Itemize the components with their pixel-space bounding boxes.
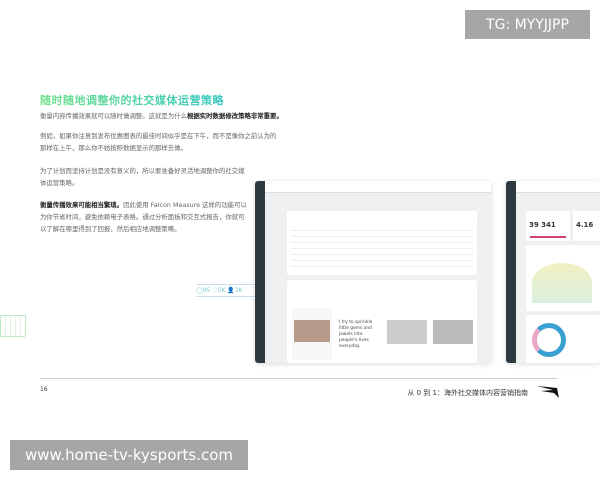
p4-bold: 衡量传播效果可能相当繁琐。 bbox=[40, 201, 124, 209]
area-chart-card bbox=[526, 245, 600, 311]
dashboard-screenshot-1: I try to sprinkle little gems and jewels… bbox=[255, 181, 491, 363]
metric-card: 39 341 bbox=[526, 211, 570, 241]
dashboard-header bbox=[516, 181, 600, 193]
sidebar bbox=[255, 181, 265, 363]
dashboard-header bbox=[265, 181, 491, 193]
metric-value-2: 4.16 bbox=[576, 221, 594, 229]
metric-card: 4.16 bbox=[573, 211, 600, 241]
post-quote: I try to sprinkle little gems and jewels… bbox=[339, 320, 373, 349]
table-card bbox=[287, 211, 477, 275]
donut-chart-card bbox=[526, 315, 600, 363]
page-number: 16 bbox=[40, 386, 48, 393]
sidebar bbox=[506, 181, 516, 363]
p1-bold: 根据实时数据修改策略非常重要。 bbox=[186, 112, 283, 120]
url-watermark: www.home-tv-kysports.com bbox=[10, 440, 248, 470]
follower-count: 1K bbox=[234, 287, 243, 294]
posts-card: I try to sprinkle little gems and jewels… bbox=[287, 280, 477, 363]
calendar-icon bbox=[0, 315, 26, 337]
section-title: 随时随地调整你的社交媒体运营策略 bbox=[40, 94, 224, 107]
like-count: 5K bbox=[217, 287, 226, 294]
social-stats: ◯95 ♡5K 👤1K bbox=[196, 284, 256, 297]
paragraph-1: 衡量内容传播效果就可以随时做调整。这就是为什么根据实时数据修改策略非常重要。 bbox=[40, 110, 300, 122]
footer-divider bbox=[40, 378, 557, 379]
tg-watermark: TG: MYYJJPP bbox=[465, 10, 590, 39]
metric-value-1: 39 341 bbox=[529, 221, 556, 229]
paragraph-3: 为了计划而坚持计划是没有意义的，所以要准备好灵活地调整你的社交媒体运营策略。 bbox=[40, 167, 245, 187]
comment-count: 95 bbox=[202, 287, 211, 294]
paragraph-2: 例如，如果你注意到发布优惠图表的最佳时间似乎是在下午，而不是像你之前认为的那样在… bbox=[40, 132, 277, 152]
falcon-logo-icon bbox=[537, 386, 559, 398]
dashboard-screenshot-2: 39 341 4.16 bbox=[506, 181, 600, 363]
book-title: 从 0 到 1：海外社交媒体内容营销指南 bbox=[407, 389, 528, 397]
p1-text: 衡量内容传播效果就可以随时做调整。这就是为什么 bbox=[40, 112, 187, 120]
paragraph-4: 衡量传播效果可能相当繁琐。因此使用 Falcon Measure 这样的功能可以… bbox=[40, 199, 250, 235]
